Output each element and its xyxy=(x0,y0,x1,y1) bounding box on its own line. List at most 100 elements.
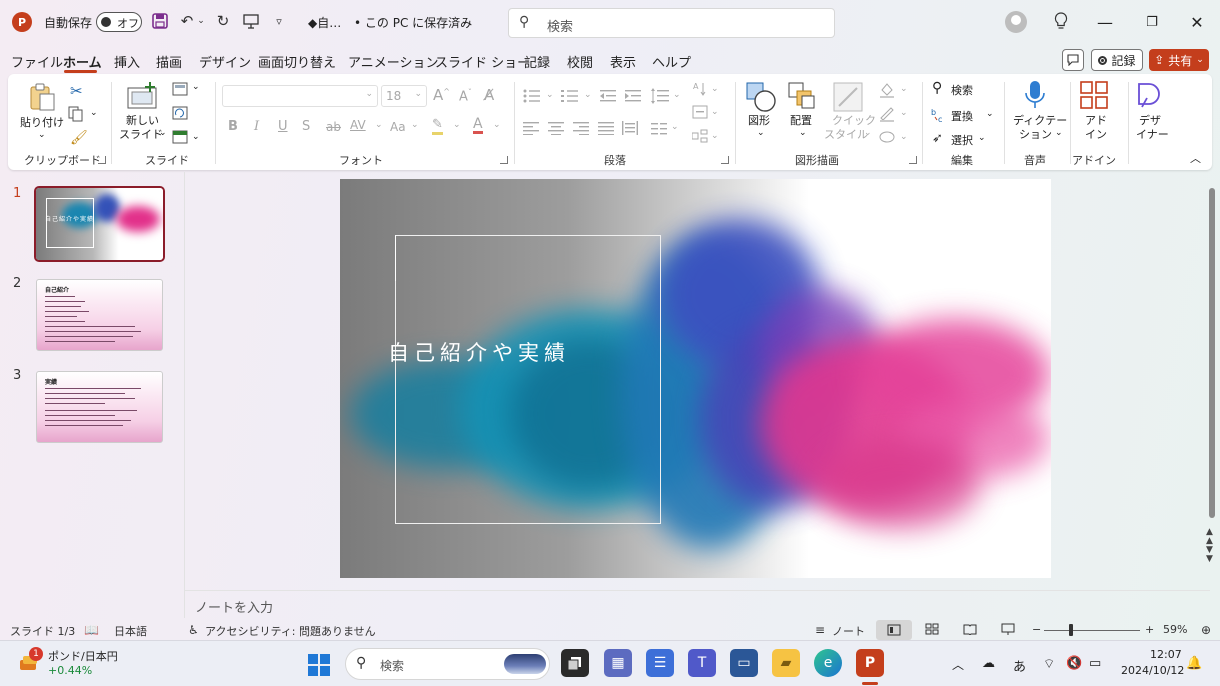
columns-icon[interactable] xyxy=(651,121,667,138)
quick-styles-icon[interactable] xyxy=(833,82,863,115)
zoom-slider-thumb[interactable] xyxy=(1069,624,1073,636)
new-slide-label-2[interactable]: スライド xyxy=(119,128,163,142)
windows-start-icon[interactable] xyxy=(308,654,330,679)
text-direction-chevron-icon[interactable]: ⌄ xyxy=(711,84,719,94)
align-text-icon[interactable] xyxy=(692,105,708,122)
justify-icon[interactable] xyxy=(598,121,614,138)
shape-outline-icon[interactable] xyxy=(879,106,895,125)
font-name-chevron-icon[interactable]: ⌄ xyxy=(365,89,373,99)
tab-slideshow[interactable]: スライド ショー xyxy=(435,52,530,71)
copy-icon[interactable] xyxy=(68,106,84,125)
lightbulb-icon[interactable] xyxy=(1050,10,1072,32)
font-color-chevron-icon[interactable]: ⌄ xyxy=(493,120,501,130)
notepad-icon[interactable]: ☰ xyxy=(646,649,674,677)
clipboard-launcher-icon[interactable] xyxy=(98,156,106,164)
char-spacing-button[interactable]: AV xyxy=(350,118,366,132)
zoom-level[interactable]: 59% xyxy=(1163,623,1187,636)
search-box[interactable]: ⚲ 検索 xyxy=(508,8,835,38)
replace-chevron-icon[interactable]: ⌄ xyxy=(986,109,994,119)
decrease-indent-icon[interactable] xyxy=(600,89,616,106)
comments-button[interactable] xyxy=(1062,49,1084,71)
tab-view[interactable]: 表示 xyxy=(610,52,636,71)
addins-label-2[interactable]: イン xyxy=(1085,128,1107,142)
shape-outline-chevron-icon[interactable]: ⌄ xyxy=(900,108,908,118)
smartart-chevron-icon[interactable]: ⌄ xyxy=(711,131,719,141)
font-name-field[interactable]: ⌄ xyxy=(222,85,378,107)
slideshow-view-icon[interactable] xyxy=(1001,623,1015,639)
distributed-icon[interactable] xyxy=(622,120,638,139)
change-case-button[interactable]: Aa xyxy=(390,120,406,134)
find-label[interactable]: 検索 xyxy=(951,82,973,98)
font-launcher-icon[interactable] xyxy=(500,156,508,164)
quick-styles-label-1[interactable]: クイック xyxy=(832,114,876,128)
replace-icon[interactable]: bc xyxy=(931,107,947,126)
bullets-chevron-icon[interactable]: ⌄ xyxy=(546,90,554,100)
font-size-field[interactable]: 18 ⌄ xyxy=(381,85,427,107)
smartart-icon[interactable] xyxy=(691,129,708,146)
task-view-icon[interactable] xyxy=(561,649,589,677)
designer-label-2[interactable]: イナー xyxy=(1136,128,1169,142)
slide-title[interactable]: 自己紹介や実績 xyxy=(388,337,570,367)
notification-bell-icon[interactable]: 🔔 xyxy=(1186,656,1202,671)
teams-icon[interactable]: T xyxy=(688,649,716,677)
strikethrough-button[interactable]: ab xyxy=(326,120,341,134)
save-status[interactable]: • この PC に保存済み xyxy=(354,14,472,31)
char-spacing-chevron-icon[interactable]: ⌄ xyxy=(375,120,383,130)
clock-date[interactable]: 2024/10/12 xyxy=(1121,664,1184,677)
paste-icon[interactable] xyxy=(28,82,56,115)
tab-draw[interactable]: 描画 xyxy=(156,52,182,71)
italic-button[interactable]: I xyxy=(254,119,259,134)
cut-icon[interactable]: ✂ xyxy=(70,82,83,100)
align-text-chevron-icon[interactable]: ⌄ xyxy=(711,107,719,117)
slide-sorter-icon[interactable] xyxy=(925,623,939,638)
highlight-chevron-icon[interactable]: ⌄ xyxy=(453,120,461,130)
shadow-button[interactable]: S xyxy=(302,119,310,134)
paragraph-launcher-icon[interactable] xyxy=(721,156,729,164)
paste-label[interactable]: 貼り付け xyxy=(20,116,64,130)
designer-label-1[interactable]: デザ xyxy=(1139,114,1161,128)
share-button[interactable]: ⇪ 共有 ⌄ xyxy=(1149,49,1209,71)
autosave-toggle[interactable]: オフ xyxy=(96,12,142,32)
avatar[interactable] xyxy=(1005,11,1027,33)
file-explorer-icon[interactable]: ▰ xyxy=(772,649,800,677)
drawing-launcher-icon[interactable] xyxy=(909,156,917,164)
wifi-icon[interactable]: ⌔ xyxy=(1043,656,1055,672)
bold-button[interactable]: B xyxy=(228,119,238,134)
notes-pane[interactable]: ノートを入力 xyxy=(185,590,1210,618)
shape-fill-chevron-icon[interactable]: ⌄ xyxy=(900,84,908,94)
slide-canvas[interactable]: 自己紹介や実績 xyxy=(340,179,1051,578)
ime-indicator[interactable]: あ xyxy=(1013,656,1026,675)
notes-icon[interactable]: ≡ xyxy=(815,623,825,637)
line-spacing-icon[interactable] xyxy=(651,88,669,107)
tab-insert[interactable]: 挿入 xyxy=(114,52,140,71)
file-name[interactable]: ◆自… xyxy=(308,14,341,31)
dictate-label-1[interactable]: ディクテー xyxy=(1013,114,1067,128)
columns-chevron-icon[interactable]: ⌄ xyxy=(671,122,679,132)
tab-animations[interactable]: アニメーション xyxy=(348,52,438,71)
onedrive-icon[interactable]: ☁ xyxy=(982,656,995,671)
replace-label[interactable]: 置換 xyxy=(951,108,973,124)
spellcheck-icon[interactable]: 📖 xyxy=(84,623,99,637)
accessibility-status[interactable]: アクセシビリティ: 問題ありません xyxy=(205,623,376,639)
accessibility-icon[interactable]: ♿ xyxy=(188,623,199,637)
record-button[interactable]: 記録 xyxy=(1091,49,1143,71)
section-chevron-icon[interactable]: ⌄ xyxy=(192,132,200,142)
save-icon[interactable] xyxy=(149,10,171,32)
tab-record[interactable]: 記録 xyxy=(524,52,550,71)
select-icon[interactable]: ➶ xyxy=(932,131,943,146)
underline-button[interactable]: U xyxy=(278,119,288,134)
arrange-label[interactable]: 配置 xyxy=(790,114,812,128)
reading-view-icon[interactable] xyxy=(963,623,977,638)
align-right-icon[interactable] xyxy=(573,121,589,138)
highlight-icon[interactable]: ✎ xyxy=(432,118,443,135)
numbering-chevron-icon[interactable]: ⌄ xyxy=(584,90,592,100)
page-nav-icon[interactable]: ▲ ▲ ▼ ▼ xyxy=(1206,528,1213,564)
font-grow-icon[interactable]: A^ xyxy=(433,86,450,104)
new-slide-chevron-icon[interactable]: ⌄ xyxy=(159,128,167,138)
normal-view-button[interactable] xyxy=(876,620,912,640)
increase-indent-icon[interactable] xyxy=(625,89,641,106)
save-status-chevron-icon[interactable]: ⌄ xyxy=(458,10,472,32)
align-center-icon[interactable] xyxy=(548,121,564,138)
quick-styles-label-2[interactable]: スタイル xyxy=(824,128,868,142)
tab-design[interactable]: デザイン xyxy=(199,52,251,71)
